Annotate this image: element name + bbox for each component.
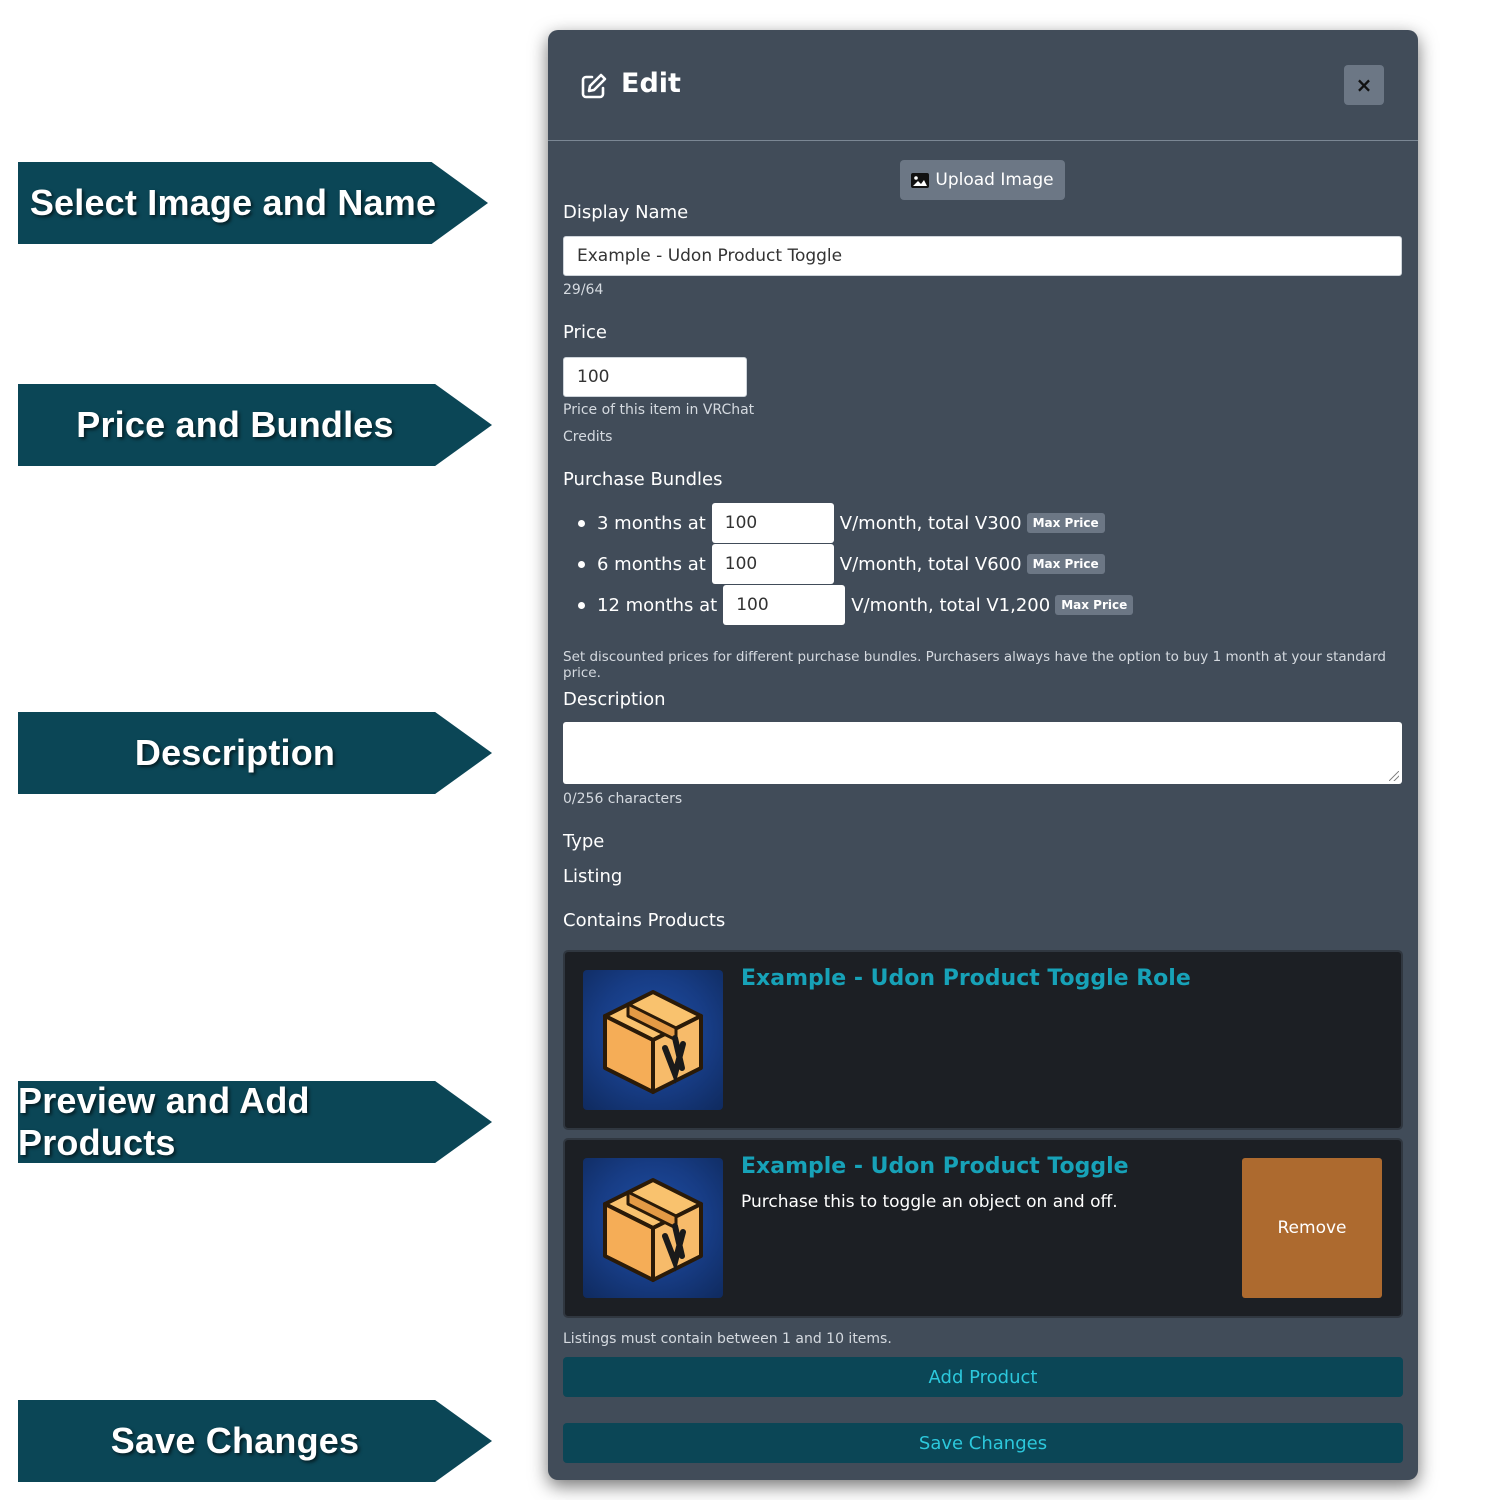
save-changes-button[interactable]: Save Changes — [563, 1423, 1403, 1463]
callout-label: Save Changes — [110, 1420, 360, 1461]
upload-image-label: Upload Image — [935, 170, 1054, 190]
callout-label: Price and Bundles — [76, 404, 394, 445]
bundles-help-text: Set discounted prices for different purc… — [563, 649, 1386, 681]
bundle-row-12-months: 12 months at 100 V/month, total V1,200 M… — [578, 585, 1134, 625]
contains-products-label: Contains Products — [563, 910, 726, 931]
product-title-link[interactable]: Example - Udon Product Toggle — [741, 1154, 1129, 1179]
callout-preview-add-products: Preview and Add Products — [18, 1081, 492, 1163]
max-price-badge[interactable]: Max Price — [1026, 513, 1105, 533]
callout-description: Description — [18, 712, 492, 794]
close-icon: × — [1355, 73, 1373, 97]
edit-icon — [581, 73, 607, 99]
product-card: Example - Udon Product Toggle Role — [563, 950, 1403, 1130]
callout-select-image-name: Select Image and Name — [18, 162, 488, 244]
price-label: Price — [563, 322, 607, 343]
bundle-prefix: 12 months at — [597, 594, 718, 616]
product-box-icon — [583, 970, 723, 1110]
bundle-price-input[interactable]: 100 — [711, 544, 834, 584]
description-textarea[interactable] — [563, 722, 1402, 784]
bullet-icon — [578, 601, 585, 609]
price-help-line2: Credits — [563, 429, 613, 445]
display-name-input[interactable]: Example - Udon Product Toggle — [563, 236, 1402, 276]
upload-image-button[interactable]: Upload Image — [900, 160, 1065, 200]
close-button[interactable]: × — [1344, 65, 1384, 105]
callout-save-changes: Save Changes — [18, 1400, 492, 1482]
bullet-icon — [578, 519, 585, 527]
bullet-icon — [578, 560, 585, 568]
description-counter: 0/256 characters — [563, 791, 683, 807]
add-product-button[interactable]: Add Product — [563, 1357, 1403, 1397]
bundle-price-input[interactable]: 100 — [723, 585, 846, 625]
max-price-badge[interactable]: Max Price — [1026, 554, 1105, 574]
description-label: Description — [563, 689, 666, 710]
product-card: Example - Udon Product Toggle Purchase t… — [563, 1138, 1403, 1318]
price-help-line1: Price of this item in VRChat — [563, 402, 755, 418]
modal-header: Edit × — [548, 30, 1418, 141]
display-name-counter: 29/64 — [563, 282, 604, 298]
resize-handle-icon[interactable] — [1389, 771, 1399, 781]
bundle-suffix: V/month, total V300 — [839, 512, 1022, 534]
bundle-suffix: V/month, total V1,200 — [851, 594, 1051, 616]
max-price-badge[interactable]: Max Price — [1055, 595, 1134, 615]
bundle-prefix: 3 months at — [597, 512, 706, 534]
bundle-row-6-months: 6 months at 100 V/month, total V600 Max … — [578, 544, 1105, 584]
callout-label: Preview and Add Products — [18, 1080, 310, 1163]
bundle-price-input[interactable]: 100 — [711, 503, 834, 543]
product-description: Purchase this to toggle an object on and… — [741, 1192, 1118, 1212]
type-label: Type — [563, 831, 605, 852]
callout-label: Description — [134, 732, 336, 773]
bundle-prefix: 6 months at — [597, 553, 706, 575]
remove-product-button[interactable]: Remove — [1242, 1158, 1382, 1298]
type-value: Listing — [563, 866, 623, 887]
display-name-label: Display Name — [563, 202, 689, 223]
purchase-bundles-label: Purchase Bundles — [563, 469, 723, 490]
products-help-text: Listings must contain between 1 and 10 i… — [563, 1331, 892, 1347]
modal-title: Edit — [621, 68, 681, 99]
callout-label: Select Image and Name — [29, 182, 437, 223]
bundle-suffix: V/month, total V600 — [839, 553, 1022, 575]
bundle-row-3-months: 3 months at 100 V/month, total V300 Max … — [578, 503, 1105, 543]
image-icon — [911, 172, 930, 188]
callout-price-bundles: Price and Bundles — [18, 384, 492, 466]
product-title-link[interactable]: Example - Udon Product Toggle Role — [741, 966, 1191, 991]
product-box-icon — [583, 1158, 723, 1298]
price-input[interactable]: 100 — [563, 357, 747, 397]
edit-modal: Edit × Upload Image Display Name Example… — [548, 30, 1418, 1480]
